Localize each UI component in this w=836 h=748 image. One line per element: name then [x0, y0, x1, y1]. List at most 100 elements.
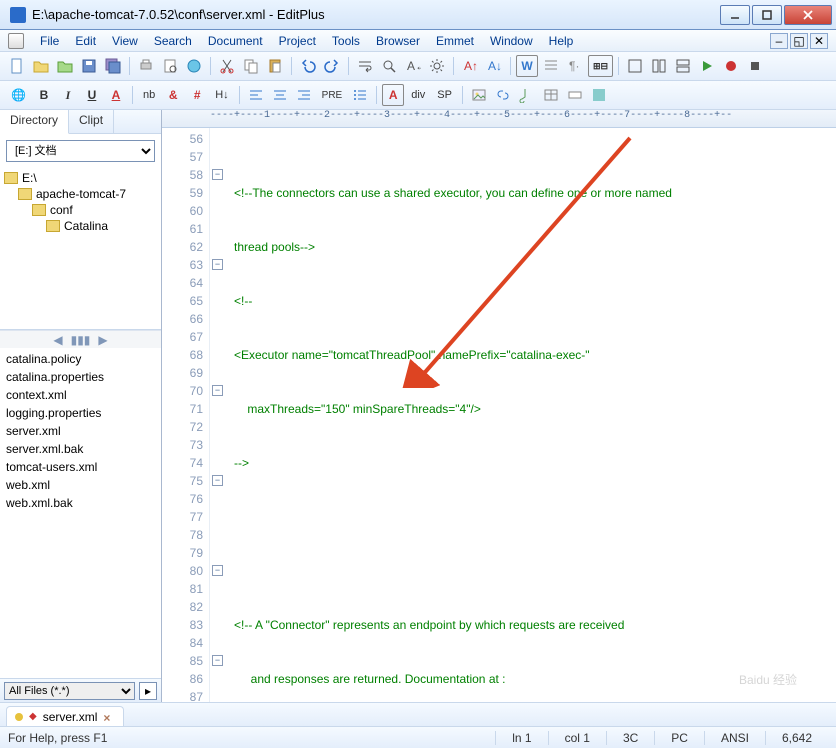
tree-scrollbar[interactable]: ◀▮▮▮▶ — [0, 330, 161, 348]
split-button[interactable] — [648, 55, 670, 77]
status-col: col 1 — [548, 731, 606, 745]
browser-preview-button[interactable] — [183, 55, 205, 77]
minimize-button[interactable] — [720, 5, 750, 25]
menu-help[interactable]: Help — [541, 32, 582, 50]
align-right-button[interactable] — [293, 84, 315, 106]
word-wrap-button[interactable] — [354, 55, 376, 77]
tree-item[interactable]: E:\ — [4, 170, 157, 186]
other-view-button[interactable] — [672, 55, 694, 77]
copy-button[interactable] — [240, 55, 262, 77]
open-remote-button[interactable] — [54, 55, 76, 77]
undo-button[interactable] — [297, 55, 319, 77]
line-number-button[interactable] — [540, 55, 562, 77]
menu-project[interactable]: Project — [271, 32, 324, 50]
tab-directory[interactable]: Directory — [0, 110, 69, 134]
span-button[interactable]: SP — [432, 84, 457, 106]
table-button[interactable] — [540, 84, 562, 106]
redo-button[interactable] — [321, 55, 343, 77]
menu-document[interactable]: Document — [200, 32, 271, 50]
save-button[interactable] — [78, 55, 100, 77]
toolbar-main: A↔B A↑ A↓ W ¶· ⊞⊟ — [0, 52, 836, 81]
code-folding-button[interactable]: ⊞⊟ — [588, 55, 613, 77]
folder-icon — [18, 188, 32, 200]
cut-button[interactable] — [216, 55, 238, 77]
paste-button[interactable] — [264, 55, 286, 77]
browser-icon[interactable]: 🌐 — [6, 84, 31, 106]
file-list[interactable]: catalina.policy catalina.properties cont… — [0, 348, 161, 678]
underline-button[interactable]: U — [81, 84, 103, 106]
tree-item[interactable]: Catalina — [4, 218, 157, 234]
print-button[interactable] — [135, 55, 157, 77]
macro-button[interactable] — [720, 55, 742, 77]
pre-button[interactable]: PRE — [317, 84, 348, 106]
menu-browser[interactable]: Browser — [368, 32, 428, 50]
document-tab[interactable]: ◆ server.xml × — [6, 706, 124, 726]
folder-tree[interactable]: E:\ apache-tomcat-7 conf Catalina — [0, 168, 161, 330]
file-item[interactable]: logging.properties — [6, 404, 155, 422]
file-item[interactable]: web.xml — [6, 476, 155, 494]
settings-button[interactable] — [426, 55, 448, 77]
file-item[interactable]: tomcat-users.xml — [6, 458, 155, 476]
run-button[interactable] — [696, 55, 718, 77]
svg-text:¶·: ¶· — [569, 59, 579, 73]
menu-search[interactable]: Search — [146, 32, 200, 50]
file-item[interactable]: server.xml.bak — [6, 440, 155, 458]
save-all-button[interactable] — [102, 55, 124, 77]
wordwrap-toggle-button[interactable]: W — [516, 55, 538, 77]
list-button[interactable] — [349, 84, 371, 106]
image-button[interactable] — [468, 84, 490, 106]
new-file-button[interactable] — [6, 55, 28, 77]
font-color-button[interactable]: A — [105, 84, 127, 106]
mdi-restore-button[interactable]: ◱ — [790, 33, 808, 49]
menu-window[interactable]: Window — [482, 32, 541, 50]
mdi-close-button[interactable]: ✕ — [810, 33, 828, 49]
menu-file[interactable]: File — [32, 32, 67, 50]
print-preview-button[interactable] — [159, 55, 181, 77]
bold-button[interactable]: B — [33, 84, 55, 106]
align-left-button[interactable] — [245, 84, 267, 106]
link-button[interactable] — [492, 84, 514, 106]
maximize-button[interactable] — [752, 5, 782, 25]
italic-button[interactable]: I — [57, 84, 79, 106]
whitespace-button[interactable]: ¶· — [564, 55, 586, 77]
mdi-minimize-button[interactable]: – — [770, 33, 788, 49]
tab-cliptext[interactable]: Clipt — [69, 110, 114, 133]
tree-item[interactable]: apache-tomcat-7 — [4, 186, 157, 202]
file-filter-select[interactable]: All Files (*.*) — [4, 682, 135, 700]
menu-view[interactable]: View — [104, 32, 146, 50]
stop-macro-button[interactable] — [744, 55, 766, 77]
tab-close-button[interactable]: × — [103, 711, 115, 723]
replace-button[interactable]: A↔B — [402, 55, 424, 77]
zoom-in-button[interactable]: A↑ — [459, 55, 481, 77]
find-button[interactable] — [378, 55, 400, 77]
fullscreen-button[interactable] — [624, 55, 646, 77]
code-editor[interactable]: 56 57 58− 59 60 61 62 63− 64 65 66 67 68… — [162, 128, 836, 702]
nbsp-button[interactable]: nb — [138, 84, 160, 106]
drive-select[interactable]: [E:] 文档 — [6, 140, 155, 162]
color-picker-button[interactable] — [588, 84, 610, 106]
menu-edit[interactable]: Edit — [67, 32, 104, 50]
menu-tools[interactable]: Tools — [324, 32, 368, 50]
zoom-out-button[interactable]: A↓ — [483, 55, 505, 77]
file-item[interactable]: server.xml — [6, 422, 155, 440]
file-item[interactable]: web.xml.bak — [6, 494, 155, 512]
hash-button[interactable]: # — [186, 84, 208, 106]
media-button[interactable] — [516, 84, 538, 106]
file-item[interactable]: catalina.properties — [6, 368, 155, 386]
code-content[interactable]: <!--The connectors can use a shared exec… — [210, 128, 836, 702]
div-button[interactable]: div — [406, 84, 430, 106]
file-item[interactable]: context.xml — [6, 386, 155, 404]
anchor-button[interactable]: A — [382, 84, 404, 106]
filter-apply-button[interactable]: ▸ — [139, 682, 157, 700]
open-file-button[interactable] — [30, 55, 52, 77]
menubar: File Edit View Search Document Project T… — [0, 30, 836, 52]
file-item[interactable]: catalina.policy — [6, 350, 155, 368]
close-button[interactable] — [784, 5, 832, 25]
align-center-button[interactable] — [269, 84, 291, 106]
tree-item[interactable]: conf — [4, 202, 157, 218]
menu-emmet[interactable]: Emmet — [428, 32, 482, 50]
form-button[interactable] — [564, 84, 586, 106]
heading-button[interactable]: H↓ — [210, 84, 233, 106]
amp-button[interactable]: & — [162, 84, 184, 106]
folder-icon — [46, 220, 60, 232]
